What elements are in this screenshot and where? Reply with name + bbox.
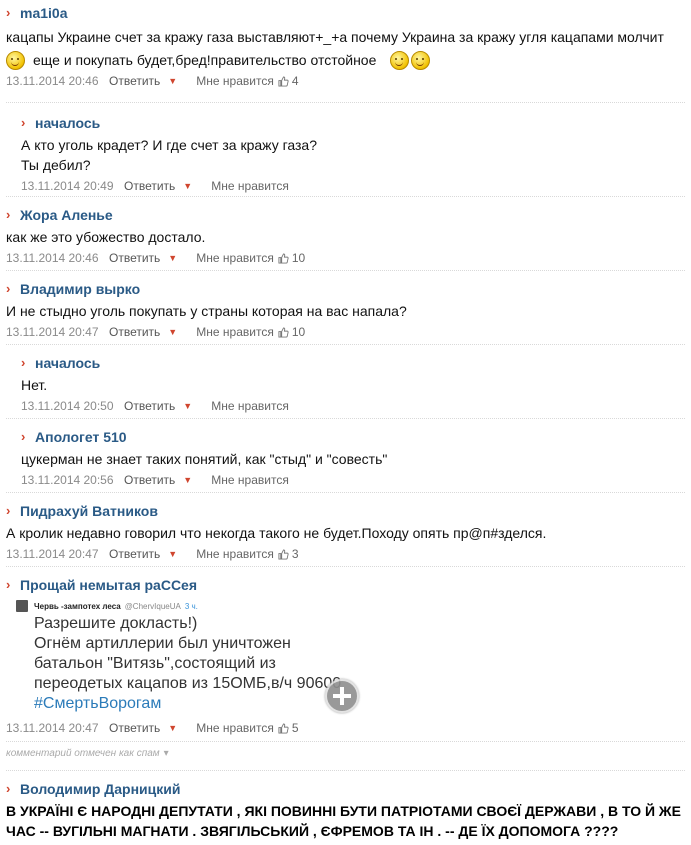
reply-link[interactable]: Ответить: [124, 179, 175, 193]
dropdown-arrow-icon[interactable]: ▼: [168, 549, 188, 559]
comment-author[interactable]: началось: [35, 115, 100, 131]
like-count: 10: [291, 325, 306, 339]
spam-notice-text: комментарий отмечен как спам: [6, 748, 160, 759]
comment-text: Нет.: [21, 377, 48, 393]
dropdown-arrow-icon[interactable]: ▼: [183, 401, 203, 411]
thumbs-up-icon[interactable]: [278, 326, 289, 338]
comment-date: 13.11.2014 20:49: [21, 179, 114, 193]
like-link[interactable]: Мне нравится: [196, 251, 274, 265]
chevron-right-icon: ›: [6, 281, 11, 296]
like-link[interactable]: Мне нравится: [211, 179, 289, 193]
comment-text: как же это убожество достало.: [6, 229, 206, 245]
reply-link[interactable]: Ответить: [109, 74, 160, 88]
smiley-icon: [411, 50, 431, 70]
tweet-time[interactable]: 3 ч.: [185, 602, 198, 611]
comment-author[interactable]: Володимир Дарницкий: [20, 781, 181, 797]
comment-date: 13.11.2014 20:47: [6, 547, 99, 561]
chevron-right-icon: ›: [6, 503, 11, 518]
like-link[interactable]: Мне нравится: [196, 74, 274, 88]
comment-author[interactable]: Владимир вырко: [20, 281, 140, 297]
spam-notice[interactable]: комментарий отмечен как спам ▾: [6, 748, 169, 759]
reply-link[interactable]: Ответить: [109, 721, 160, 735]
comment-author[interactable]: Апологет 510: [35, 429, 127, 445]
comment: › Жора Аленье как же это убожество достал…: [0, 206, 691, 267]
comment-text: А кто уголь крадет? И где счет за кражу …: [21, 137, 318, 153]
like-link[interactable]: Мне нравится: [196, 547, 274, 561]
dropdown-arrow-icon[interactable]: ▼: [168, 253, 188, 263]
chevron-right-icon: ›: [6, 781, 11, 796]
comment-text-line2: еще и покупать будет,бред!правительство …: [33, 52, 377, 68]
comment-text: цукерман не знает таких понятий, как "ст…: [21, 451, 388, 467]
like-count: 5: [291, 721, 299, 735]
tweet-text-line: батальон "Витязь",состоящий из: [34, 655, 276, 672]
avatar[interactable]: [16, 600, 28, 612]
dropdown-arrow-icon[interactable]: ▼: [183, 475, 203, 485]
comment-meta: 13.11.2014 20:47 Ответить ▼ Мне нравится…: [0, 719, 691, 737]
comment-text: кацапы Украине счет за кражу газа выстав…: [6, 29, 664, 45]
comment-author[interactable]: ma1i0a: [20, 5, 67, 21]
like-count: 3: [291, 547, 299, 561]
comment-author[interactable]: Пидрахуй Ватников: [20, 503, 158, 519]
thumbs-up-icon[interactable]: [278, 75, 289, 87]
tweet-text-line: переодетых кацапов из 15ОМБ,в/ч 90600: [34, 675, 342, 692]
comment: › Володимир Дарницкий В УКРАЇНІ Є НАРОДНІ…: [0, 780, 691, 841]
tweet-text-line: Разрешите докласть!): [34, 615, 198, 632]
chevron-right-icon: ›: [21, 429, 26, 444]
tweet-author-handle[interactable]: @ChervIqueUA: [125, 602, 181, 611]
comment-text: В УКРАЇНІ Є НАРОДНІ ДЕПУТАТИ , ЯКІ ПОВИН…: [6, 803, 681, 819]
comment-date: 13.11.2014 20:46: [6, 74, 99, 88]
comment-text: И не стыдно уголь покупать у страны кото…: [6, 303, 407, 319]
like-link[interactable]: Мне нравится: [196, 721, 274, 735]
comment-text: А кролик недавно говорил что некогда так…: [6, 525, 547, 541]
like-link[interactable]: Мне нравится: [211, 473, 289, 487]
comment-date: 13.11.2014 20:50: [21, 399, 114, 413]
comment-reply: › Апологет 510 цукерман не знает таких по…: [15, 428, 691, 489]
comment-author[interactable]: Жора Аленье: [20, 207, 113, 223]
comment-reply: › началось Нет. 13.11.2014 20:50 Ответить…: [15, 354, 691, 415]
tweet-text-line: Огнём артиллерии был уничтожен: [34, 635, 291, 652]
chevron-down-icon[interactable]: ▾: [164, 748, 169, 759]
chevron-right-icon: ›: [6, 577, 11, 592]
comment-date: 13.11.2014 20:47: [6, 721, 99, 735]
comment-date: 13.11.2014 20:56: [21, 473, 114, 487]
chevron-right-icon: ›: [6, 5, 11, 20]
dropdown-arrow-icon[interactable]: ▼: [168, 327, 188, 337]
comment-text-line2: ЧАС -- ВУГІЛЬНІ МАГНАТИ . ЗВЯГІЛЬСЬКИЙ ,…: [6, 823, 619, 839]
reply-link[interactable]: Ответить: [109, 251, 160, 265]
comment-reply: › началось А кто уголь крадет? И где счет…: [15, 114, 691, 195]
reply-link[interactable]: Ответить: [124, 473, 175, 487]
thumbs-up-icon[interactable]: [278, 252, 289, 264]
comment-date: 13.11.2014 20:46: [6, 251, 99, 265]
chevron-right-icon: ›: [21, 355, 26, 370]
reply-link[interactable]: Ответить: [109, 325, 160, 339]
smiley-icon: [390, 50, 410, 70]
thumbs-up-icon[interactable]: [278, 548, 289, 560]
expand-plus-icon[interactable]: [325, 679, 359, 713]
comment-author[interactable]: началось: [35, 355, 100, 371]
dropdown-arrow-icon[interactable]: ▼: [168, 76, 188, 86]
comment-text-line2: Ты дебил?: [21, 157, 91, 173]
chevron-right-icon: ›: [21, 115, 26, 130]
tweet-author-name[interactable]: Червь -зампотех леса: [34, 602, 121, 611]
angry-smiley-icon: [6, 50, 25, 70]
like-count: 4: [291, 74, 299, 88]
chevron-right-icon: ›: [6, 207, 11, 222]
comment: › ma1i0a кацапы Украине счет за кражу газ…: [0, 4, 691, 90]
like-link[interactable]: Мне нравится: [211, 399, 289, 413]
like-count: 10: [291, 251, 306, 265]
like-link[interactable]: Мне нравится: [196, 325, 274, 339]
dropdown-arrow-icon[interactable]: ▼: [183, 181, 203, 191]
dropdown-arrow-icon[interactable]: ▼: [168, 723, 188, 733]
thumbs-up-icon[interactable]: [278, 722, 289, 734]
reply-link[interactable]: Ответить: [124, 399, 175, 413]
comment-date: 13.11.2014 20:47: [6, 325, 99, 339]
comment-author[interactable]: Прощай немытая раССея: [20, 577, 197, 593]
comment: › Прощай немытая раССея: [0, 576, 691, 594]
comment: › Владимир вырко И не стыдно уголь покупа…: [0, 280, 691, 341]
reply-link[interactable]: Ответить: [109, 547, 160, 561]
comment: › Пидрахуй Ватников А кролик недавно гово…: [0, 502, 691, 563]
